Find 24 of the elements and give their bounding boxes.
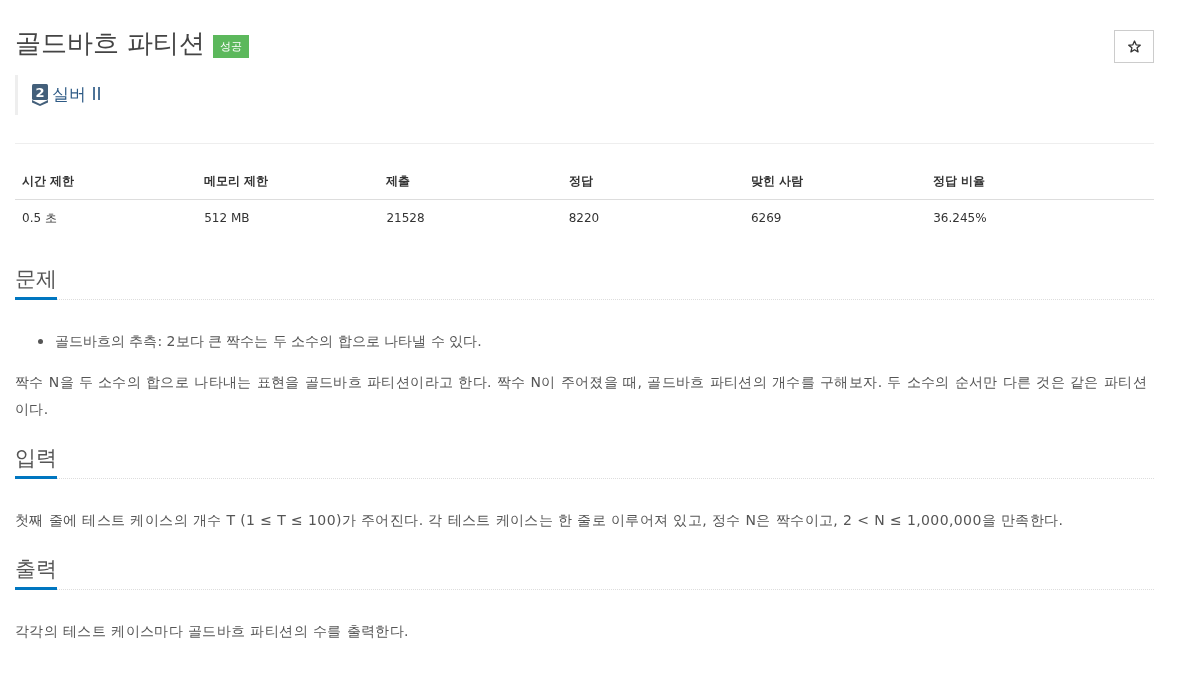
- column-header: 제출: [379, 161, 562, 199]
- table-cell: 21528: [379, 199, 562, 236]
- star-button[interactable]: [1114, 30, 1154, 63]
- table-cell: 0.5 초: [15, 199, 198, 236]
- table-cell: 512 MB: [197, 199, 380, 236]
- problem-title: 골드바흐 파티션: [15, 27, 206, 60]
- section-heading: 출력: [15, 556, 57, 591]
- section-heading: 문제: [15, 265, 57, 300]
- tier-label: 실버 II: [52, 83, 102, 106]
- column-header: 시간 제한: [15, 161, 198, 199]
- bullet-icon: [38, 338, 43, 344]
- paragraph: 짝수 N을 두 소수의 합으로 나타내는 표현을 골드바흐 파티션이라고 한다. 짝수 N이 주어졌을 때, 골드바흐 파티션의 개수를 구해보자. 두 소수의 순서만 다른 것은 같은 파티션이다.: [15, 372, 1148, 419]
- table-cell: 36.245%: [926, 199, 1154, 236]
- table-cell: 6269: [743, 199, 927, 236]
- column-header: 정답 비율: [926, 161, 1154, 199]
- column-header: 정답: [561, 161, 744, 199]
- section-heading: 입력: [15, 444, 57, 480]
- column-header: 맞힌 사람: [743, 161, 927, 199]
- paragraph: 각각의 테스트 케이스마다 골드바흐 파티션의 수를 출력한다.: [15, 622, 410, 642]
- paragraph: 첫째 줄에 테스트 케이스의 개수 T (1 ≤ T ≤ 100)가 주어진다. 각 테스트 케이스는 한 줄로 이루어져 있고, 정수 N은 짝수이고, 2 < N ≤ 1,000,000을 만족한다.: [15, 511, 1065, 531]
- table-cell: 8220: [561, 199, 744, 236]
- list-item: 골드바흐의 추측: 2보다 큰 짝수는 두 소수의 합으로 나타낼 수 있다.: [55, 331, 482, 351]
- column-header: 메모리 제한: [197, 161, 380, 199]
- result-label: 성공: [213, 35, 250, 59]
